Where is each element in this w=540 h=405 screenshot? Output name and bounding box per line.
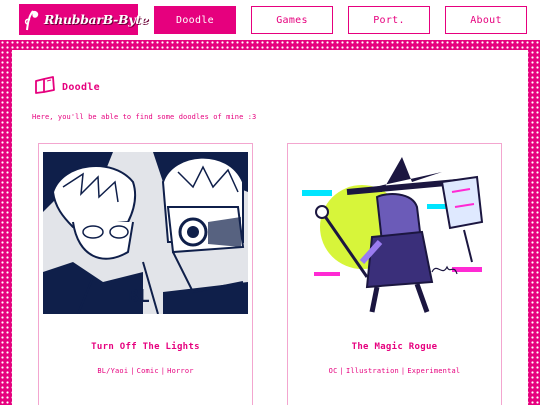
doodle-thumbnail-image[interactable]: BL <box>43 152 248 314</box>
rhubarb-logo-icon <box>23 7 41 32</box>
top-navigation-bar: RhubbarB-Byte Doodle Games Port. About <box>0 0 540 40</box>
main-content-panel: Doodle Here, you'll be able to find some… <box>12 50 528 405</box>
nav-portfolio-button[interactable]: Port. <box>348 6 430 34</box>
tag[interactable]: BL/Yaoi <box>96 367 129 375</box>
open-book-icon <box>34 76 56 98</box>
nav-doodle-button[interactable]: Doodle <box>154 6 236 34</box>
section-header: Doodle <box>34 76 100 98</box>
doodle-card-turn-off-the-lights[interactable]: BL Turn Off The Lights BL/Yaoi | Comic | Hor… <box>38 143 253 405</box>
intro-text: Here, you'll be able to find some doodle… <box>32 113 257 121</box>
card-tags: OC | Illustration | Experimental <box>288 367 501 375</box>
section-title: Doodle <box>62 81 100 93</box>
nav-about-button[interactable]: About <box>445 6 527 34</box>
card-title[interactable]: The Magic Rogue <box>288 342 501 352</box>
tag[interactable]: Illustration <box>345 367 400 375</box>
site-logo[interactable]: RhubbarB-Byte <box>19 4 149 35</box>
logo-text: RhubbarB-Byte <box>44 12 149 27</box>
tag[interactable]: Experimental <box>406 367 461 375</box>
nav-games-button[interactable]: Games <box>251 6 333 34</box>
tag[interactable]: Comic <box>136 367 160 375</box>
tag[interactable]: Horror <box>166 367 195 375</box>
doodle-card-the-magic-rogue[interactable]: The Magic Rogue OC | Illustration | Experime… <box>287 143 502 405</box>
card-title[interactable]: Turn Off The Lights <box>39 342 252 352</box>
tag-separator: | <box>339 367 344 375</box>
tag[interactable]: OC <box>328 367 339 375</box>
card-tags: BL/Yaoi | Comic | Horror <box>39 367 252 375</box>
tag-separator: | <box>130 367 135 375</box>
image-bl-text: BL <box>128 286 150 307</box>
doodle-thumbnail-image[interactable] <box>292 152 497 314</box>
